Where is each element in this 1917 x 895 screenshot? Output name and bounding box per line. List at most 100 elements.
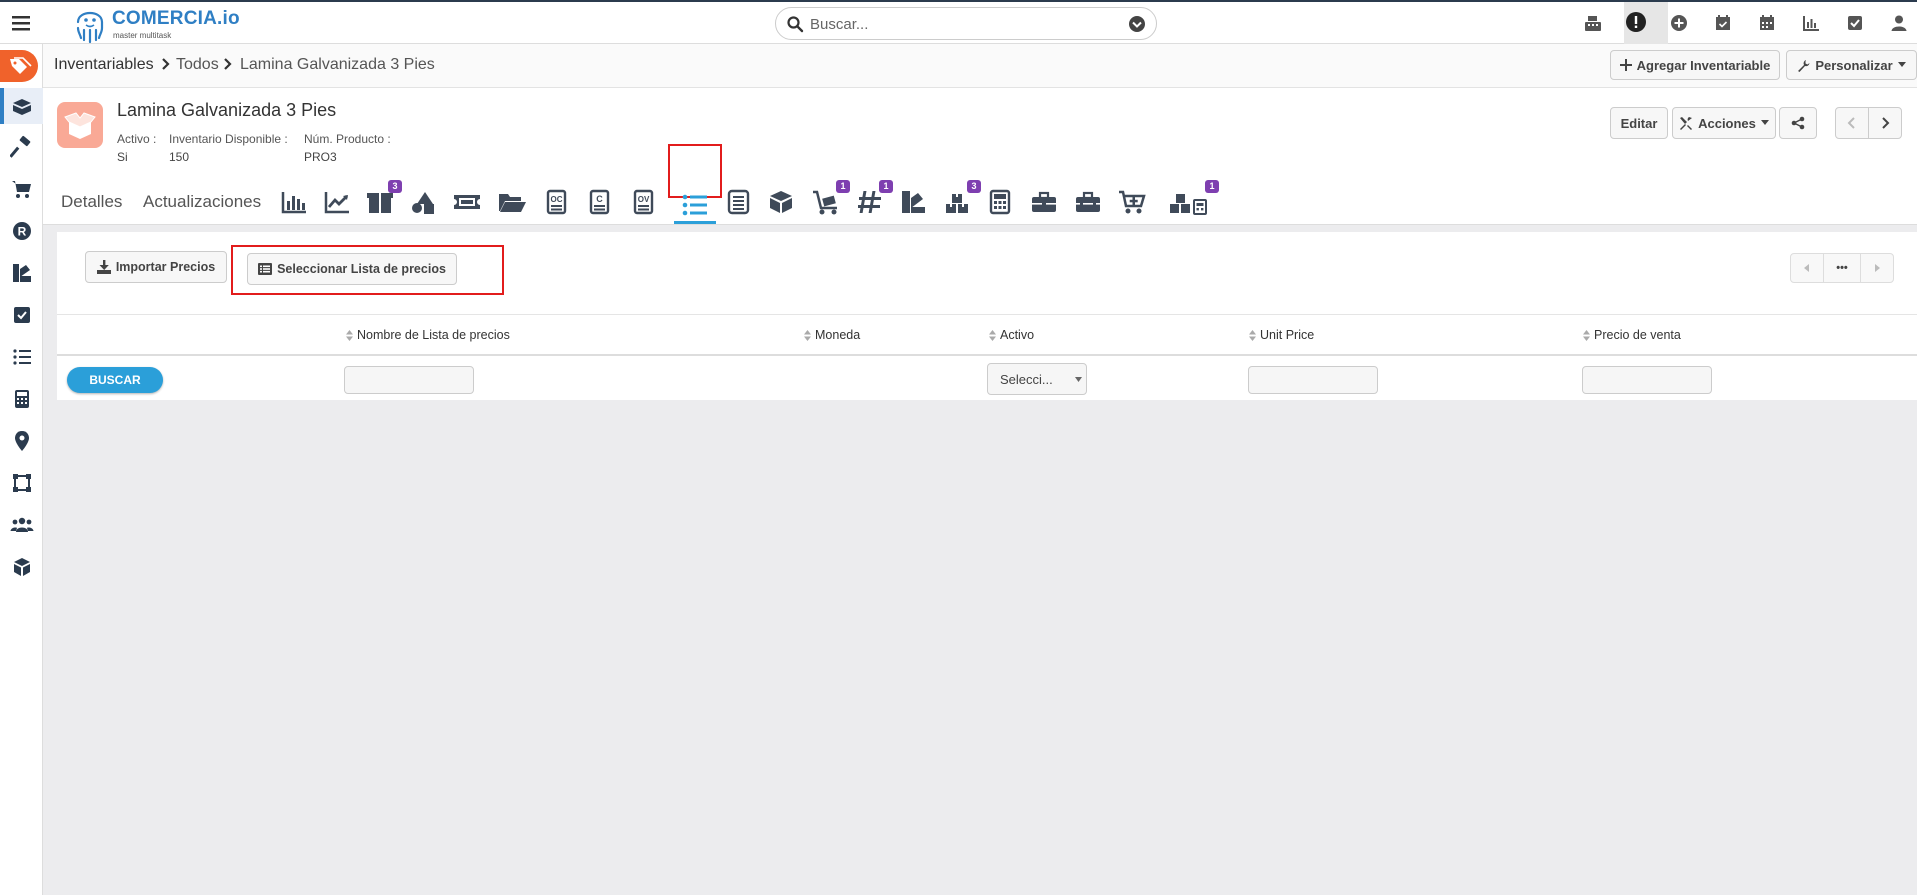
edit-label: Editar [1620, 115, 1658, 131]
breadcrumb-todos[interactable]: Todos [176, 56, 219, 74]
tab-shapes-icon[interactable] [408, 188, 438, 216]
column-label-activo: Activo [1000, 328, 1035, 342]
pager-more-button[interactable]: ••• [1823, 253, 1861, 283]
actions-label: Acciones [1698, 115, 1756, 131]
sidebar-item-shape-icon[interactable] [10, 471, 34, 495]
actions-button[interactable]: Acciones [1672, 107, 1776, 139]
column-header-moneda[interactable]: Moneda [804, 328, 860, 342]
breadcrumb-inventariables[interactable]: Inventariables [54, 56, 154, 74]
filter-nombre-input[interactable] [344, 366, 474, 394]
field-value-inventario: 150 [169, 150, 190, 164]
filter-precio-venta-input[interactable] [1582, 366, 1712, 394]
caret-down-icon [1897, 62, 1906, 67]
previous-record-button[interactable] [1835, 107, 1869, 139]
chevron-right-icon [224, 58, 232, 70]
top-bar: COMERCIA.io master multitask [0, 0, 1917, 45]
sidebar-item-tasks-icon[interactable] [10, 303, 34, 327]
filter-activo-value: Selecci... [1000, 372, 1053, 387]
sort-icon [804, 329, 811, 341]
user-icon[interactable] [1888, 12, 1910, 34]
sidebar-item-calculator-icon[interactable] [10, 387, 34, 411]
tab-detalles[interactable]: Detalles [61, 192, 122, 212]
sidebar-item-box-icon[interactable] [10, 555, 34, 579]
caret-right-icon [1875, 264, 1880, 272]
inventory-module-icon[interactable] [0, 50, 43, 82]
tab-ticket-icon[interactable] [452, 188, 482, 216]
column-header-activo[interactable]: Activo [989, 328, 1034, 342]
search-filter-button[interactable]: BUSCAR [67, 367, 163, 393]
app-logo[interactable]: COMERCIA.io master multitask [72, 4, 242, 44]
chevron-right-icon [1882, 117, 1890, 129]
sort-icon [1249, 329, 1256, 341]
sidebar-item-registered-icon[interactable]: R [10, 219, 34, 243]
bar-chart-icon[interactable] [1800, 12, 1822, 34]
tab-price-lists-icon[interactable] [680, 191, 710, 219]
tab-package-icon[interactable] [766, 188, 796, 216]
octopus-logo-icon [76, 11, 104, 44]
share-button[interactable] [1779, 107, 1817, 139]
tab-bar-chart-icon[interactable] [279, 188, 309, 216]
svg-text:R: R [18, 225, 27, 239]
calendar-icon[interactable] [1756, 12, 1778, 34]
tab-quote-icon[interactable]: C [584, 188, 614, 216]
tab-notebook-icon[interactable] [723, 188, 753, 216]
search-input[interactable] [810, 14, 1110, 34]
active-tab-underline [674, 221, 716, 224]
field-label-inventario: Inventario Disponible : [169, 132, 288, 146]
tab-folder-open-icon[interactable] [497, 188, 527, 216]
tab-sales-order-icon[interactable]: OV [628, 188, 658, 216]
add-inventariable-label: Agregar Inventariable [1636, 57, 1771, 73]
tab-actualizaciones[interactable]: Actualizaciones [143, 192, 261, 212]
chevron-circle-down-icon[interactable] [1128, 15, 1146, 33]
tools-icon [1680, 117, 1693, 130]
tab-calculator-icon[interactable] [985, 188, 1015, 216]
tab-toolbox-icon[interactable] [1073, 188, 1103, 216]
svg-text:OC: OC [551, 195, 563, 204]
tab-purchase-order-icon[interactable]: OC [541, 188, 571, 216]
filter-unit-price-input[interactable] [1248, 366, 1378, 394]
sort-icon [989, 329, 996, 341]
add-inventariable-button[interactable]: Agregar Inventariable [1610, 50, 1780, 80]
import-prices-button[interactable]: Importar Precios [85, 251, 227, 283]
tab-line-chart-icon[interactable] [322, 188, 352, 216]
column-header-precio-venta[interactable]: Precio de venta [1583, 328, 1681, 342]
edit-button[interactable]: Editar [1610, 107, 1668, 139]
sidebar-item-list-icon[interactable] [10, 345, 34, 369]
column-header-nombre[interactable]: Nombre de Lista de precios [346, 328, 510, 342]
column-label-precio-venta: Precio de venta [1594, 328, 1681, 342]
sidebar-item-location-icon[interactable] [10, 429, 34, 453]
caret-left-icon [1804, 264, 1809, 272]
tab-cart-plus-icon[interactable] [1117, 188, 1147, 216]
record-title: Lamina Galvanizada 3 Pies [117, 100, 337, 120]
open-box-icon [64, 112, 96, 139]
next-record-button[interactable] [1868, 107, 1902, 139]
table-header-row: Nombre de Lista de precios Moneda Activo… [57, 314, 1917, 356]
sidebar-item-hammer-icon[interactable] [10, 135, 34, 159]
filter-activo-select[interactable]: Selecci... [987, 363, 1087, 395]
chevron-right-icon [162, 58, 170, 70]
column-header-unit-price[interactable]: Unit Price [1249, 328, 1314, 342]
customize-button[interactable]: Personalizar [1786, 50, 1917, 80]
select-price-list-button[interactable]: Seleccionar Lista de precios [247, 253, 457, 285]
pager-next-button[interactable] [1860, 253, 1894, 283]
field-label-num-producto: Núm. Producto : [304, 132, 391, 146]
checkbox-icon[interactable] [1844, 12, 1866, 34]
tab-swatch-icon[interactable] [898, 188, 928, 216]
tab-warehouse-calc-badge: 1 [1205, 180, 1219, 193]
import-prices-label: Importar Precios [115, 260, 216, 274]
column-label-moneda: Moneda [815, 328, 861, 342]
menu-icon[interactable] [8, 10, 34, 36]
cash-register-icon[interactable] [1582, 12, 1604, 34]
plus-circle-icon[interactable] [1668, 12, 1690, 34]
tab-warehouse-calc-icon[interactable] [1168, 188, 1210, 216]
sidebar-item-users-icon[interactable] [10, 513, 34, 537]
breadcrumb-current: Lamina Galvanizada 3 Pies [240, 56, 435, 73]
sidebar-item-inventory-icon[interactable] [10, 94, 34, 118]
tab-briefcase-icon[interactable] [1029, 188, 1059, 216]
field-value-activo: Si [117, 150, 128, 164]
pager-previous-button[interactable] [1790, 253, 1824, 283]
calendar-check-icon[interactable] [1712, 12, 1734, 34]
sidebar-item-cart-icon[interactable] [10, 177, 34, 201]
sidebar-item-swatch-icon[interactable] [10, 261, 34, 285]
alert-icon[interactable] [1625, 11, 1647, 33]
